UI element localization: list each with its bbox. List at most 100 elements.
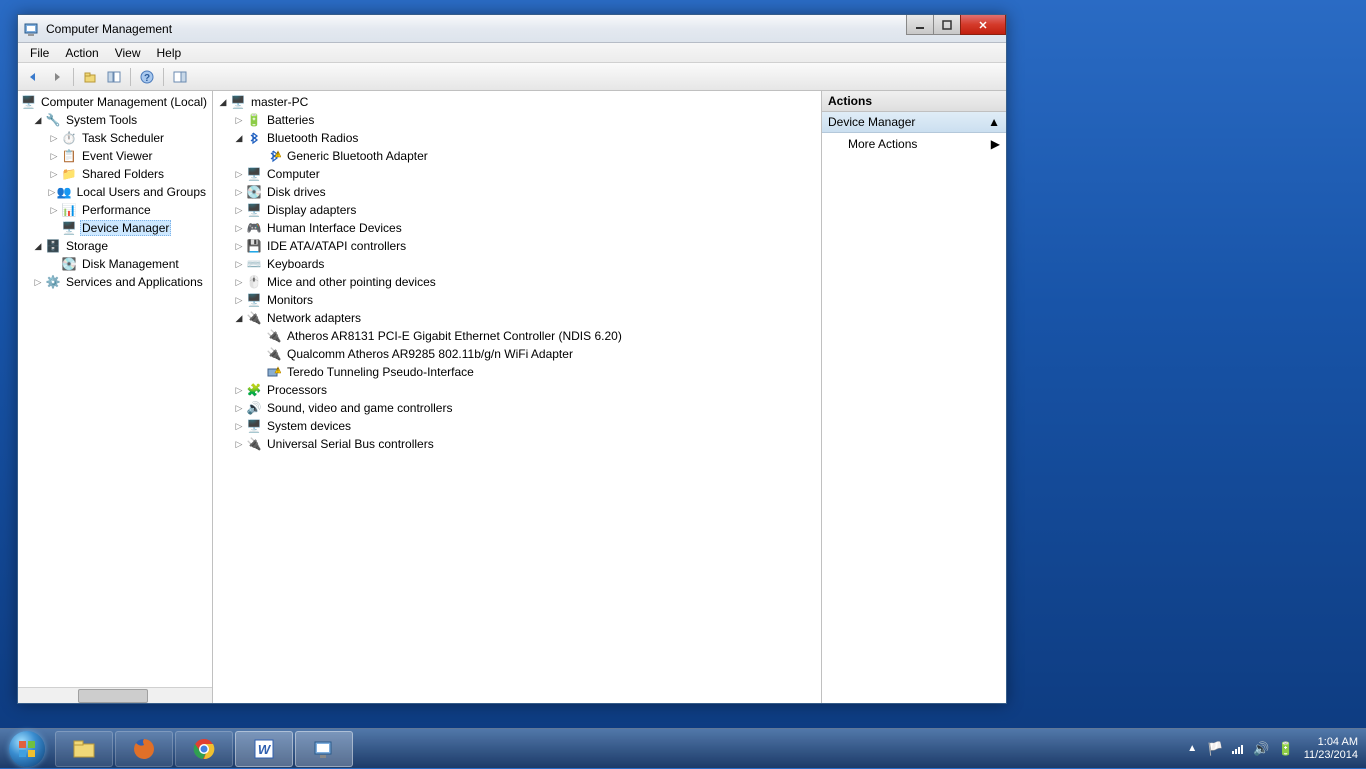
- tree-task-scheduler[interactable]: Task Scheduler: [80, 130, 166, 146]
- titlebar[interactable]: Computer Management: [18, 15, 1006, 43]
- expand-icon[interactable]: [233, 438, 245, 450]
- toolbar-separator: [163, 68, 164, 86]
- tree-device-manager[interactable]: Device Manager: [80, 220, 171, 236]
- tree-storage[interactable]: Storage: [64, 238, 110, 254]
- taskbar[interactable]: W ▲ 🏳️ 🔊 🔋 1:04 AM 11/23/2014: [0, 728, 1366, 768]
- taskbar-word[interactable]: W: [235, 731, 293, 767]
- minimize-button[interactable]: [906, 15, 934, 35]
- clock[interactable]: 1:04 AM 11/23/2014: [1304, 736, 1358, 762]
- monitor-icon: 🖥️: [246, 292, 262, 308]
- tree-root[interactable]: Computer Management (Local): [39, 94, 209, 110]
- wifi-icon[interactable]: [1231, 741, 1245, 757]
- taskbar-firefox[interactable]: [115, 731, 173, 767]
- tree-system-tools[interactable]: System Tools: [64, 112, 139, 128]
- action-pane-button[interactable]: [169, 66, 191, 88]
- maximize-button[interactable]: [933, 15, 961, 35]
- device-net-teredo[interactable]: Teredo Tunneling Pseudo-Interface: [285, 364, 476, 380]
- taskbar-chrome[interactable]: [175, 731, 233, 767]
- users-icon: 👥: [57, 184, 72, 200]
- expand-icon[interactable]: [233, 294, 245, 306]
- forward-button[interactable]: [46, 66, 68, 88]
- actions-section[interactable]: Device Manager ▲: [822, 112, 1006, 133]
- device-batteries[interactable]: Batteries: [265, 112, 316, 128]
- expand-icon[interactable]: [32, 114, 44, 126]
- show-hide-tree-button[interactable]: [103, 66, 125, 88]
- device-display[interactable]: Display adapters: [265, 202, 358, 218]
- power-icon[interactable]: 🔋: [1278, 741, 1294, 757]
- close-button[interactable]: [960, 15, 1006, 35]
- device-network[interactable]: Network adapters: [265, 310, 363, 326]
- actions-header: Actions: [822, 91, 1006, 112]
- tree-disk-management[interactable]: Disk Management: [80, 256, 181, 272]
- expand-icon[interactable]: [233, 240, 245, 252]
- nic-icon: 🔌: [266, 346, 282, 362]
- device-tree-pane[interactable]: 🖥️master-PC 🔋Batteries Bluetooth Radios …: [213, 91, 822, 703]
- expand-icon[interactable]: [233, 186, 245, 198]
- expand-icon[interactable]: [233, 132, 245, 144]
- device-net-atheros[interactable]: Atheros AR8131 PCI-E Gigabit Ethernet Co…: [285, 328, 624, 344]
- clock-icon: ⏱️: [61, 130, 77, 146]
- device-bt-generic[interactable]: Generic Bluetooth Adapter: [285, 148, 430, 164]
- expand-icon[interactable]: [233, 384, 245, 396]
- taskbar-compmgmt[interactable]: [295, 731, 353, 767]
- toolbar: ?: [18, 63, 1006, 91]
- volume-icon[interactable]: 🔊: [1253, 741, 1269, 757]
- submenu-icon: ▶: [991, 137, 1000, 151]
- back-button[interactable]: [22, 66, 44, 88]
- expand-icon[interactable]: [233, 420, 245, 432]
- device-ide[interactable]: IDE ATA/ATAPI controllers: [265, 238, 408, 254]
- expand-icon[interactable]: [233, 402, 245, 414]
- system-tray[interactable]: ▲ 🏳️ 🔊 🔋 1:04 AM 11/23/2014: [1187, 736, 1366, 762]
- help-button[interactable]: ?: [136, 66, 158, 88]
- tree-services[interactable]: Services and Applications: [64, 274, 205, 290]
- menu-help[interactable]: Help: [149, 44, 190, 62]
- expand-icon[interactable]: [233, 312, 245, 324]
- horizontal-scrollbar[interactable]: [18, 687, 212, 703]
- device-sound[interactable]: Sound, video and game controllers: [265, 400, 454, 416]
- expand-icon[interactable]: [217, 96, 229, 108]
- flag-icon[interactable]: 🏳️: [1207, 741, 1223, 757]
- expand-icon[interactable]: [48, 150, 60, 162]
- mouse-icon: 🖱️: [246, 274, 262, 290]
- collapse-icon[interactable]: ▲: [988, 115, 1000, 129]
- expand-icon[interactable]: [48, 168, 60, 180]
- menu-file[interactable]: File: [22, 44, 57, 62]
- device-monitors[interactable]: Monitors: [265, 292, 315, 308]
- device-system[interactable]: System devices: [265, 418, 353, 434]
- device-mice[interactable]: Mice and other pointing devices: [265, 274, 438, 290]
- device-keyboards[interactable]: Keyboards: [265, 256, 326, 272]
- device-processors[interactable]: Processors: [265, 382, 329, 398]
- expand-icon[interactable]: [32, 240, 44, 252]
- expand-icon[interactable]: [48, 204, 60, 216]
- expand-icon[interactable]: [233, 204, 245, 216]
- expand-icon[interactable]: [233, 114, 245, 126]
- tree-shared-folders[interactable]: Shared Folders: [80, 166, 166, 182]
- device-bluetooth[interactable]: Bluetooth Radios: [265, 130, 360, 146]
- device-computer[interactable]: Computer: [265, 166, 322, 182]
- tree-performance[interactable]: Performance: [80, 202, 153, 218]
- expand-icon[interactable]: [32, 276, 44, 288]
- more-actions-item[interactable]: More Actions ▶: [822, 133, 1006, 155]
- clock-date: 11/23/2014: [1304, 749, 1358, 762]
- expand-icon[interactable]: [233, 258, 245, 270]
- taskbar-explorer[interactable]: [55, 731, 113, 767]
- device-usb[interactable]: Universal Serial Bus controllers: [265, 436, 436, 452]
- scrollbar-thumb[interactable]: [78, 689, 148, 703]
- console-tree[interactable]: 🖥️Computer Management (Local) 🔧System To…: [18, 91, 212, 687]
- expand-icon[interactable]: [233, 222, 245, 234]
- tray-show-hidden-icon[interactable]: ▲: [1187, 743, 1197, 754]
- expand-icon[interactable]: [48, 186, 56, 198]
- expand-icon[interactable]: [233, 168, 245, 180]
- device-disk-drives[interactable]: Disk drives: [265, 184, 328, 200]
- up-button[interactable]: [79, 66, 101, 88]
- tree-local-users[interactable]: Local Users and Groups: [75, 184, 208, 200]
- menu-view[interactable]: View: [107, 44, 149, 62]
- expand-icon[interactable]: [48, 132, 60, 144]
- expand-icon[interactable]: [233, 276, 245, 288]
- device-pc[interactable]: master-PC: [249, 94, 310, 110]
- device-net-qualcomm[interactable]: Qualcomm Atheros AR9285 802.11b/g/n WiFi…: [285, 346, 575, 362]
- start-button[interactable]: [0, 729, 54, 769]
- tree-event-viewer[interactable]: Event Viewer: [80, 148, 154, 164]
- menu-action[interactable]: Action: [57, 44, 106, 62]
- device-hid[interactable]: Human Interface Devices: [265, 220, 404, 236]
